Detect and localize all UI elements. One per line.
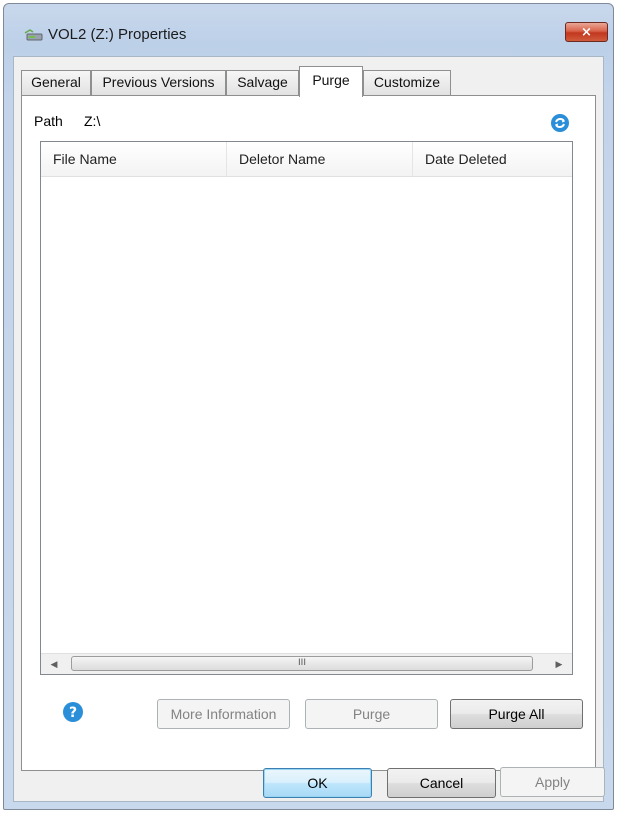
path-value: Z:\ (84, 113, 101, 129)
column-header-file-name[interactable]: File Name (41, 142, 227, 177)
more-information-button[interactable]: More Information (157, 699, 290, 729)
path-label: Path (34, 113, 63, 129)
column-header-deletor-name[interactable]: Deletor Name (227, 142, 413, 177)
dialog-client-area: General Previous Versions Salvage Purge … (13, 56, 604, 802)
ok-button[interactable]: OK (263, 768, 372, 798)
window-title: VOL2 (Z:) Properties (48, 26, 187, 43)
column-header-date-deleted[interactable]: Date Deleted (413, 142, 572, 177)
close-button[interactable]: × (565, 22, 608, 42)
apply-button[interactable]: Apply (500, 767, 605, 797)
properties-window: VOL2 (Z:) Properties × General Previous … (3, 3, 614, 810)
tab-salvage[interactable]: Salvage (226, 70, 299, 95)
refresh-icon[interactable] (550, 113, 570, 133)
scroll-thumb[interactable]: III (71, 656, 533, 671)
help-icon[interactable]: ? (62, 701, 84, 723)
purge-tab-panel: Path Z:\ File Name Deletor Name Date Del… (21, 95, 596, 771)
deleted-files-list[interactable]: File Name Deletor Name Date Deleted ◀ II… (40, 141, 573, 675)
close-icon: × (581, 24, 592, 40)
tab-customize[interactable]: Customize (363, 70, 451, 95)
cancel-button[interactable]: Cancel (387, 768, 496, 798)
horizontal-scrollbar[interactable]: ◀ III ▶ (41, 653, 572, 674)
scroll-left-icon[interactable]: ◀ (45, 654, 63, 674)
scroll-grip: III (298, 658, 306, 668)
title-bar[interactable]: VOL2 (Z:) Properties × (4, 4, 613, 56)
purge-button[interactable]: Purge (305, 699, 438, 729)
svg-text:?: ? (69, 705, 77, 721)
tab-purge[interactable]: Purge (299, 66, 363, 97)
tab-general[interactable]: General (21, 70, 91, 95)
tab-previous-versions[interactable]: Previous Versions (91, 70, 226, 95)
purge-all-button[interactable]: Purge All (450, 699, 583, 729)
drive-network-icon (24, 29, 43, 41)
scroll-right-icon[interactable]: ▶ (550, 654, 568, 674)
